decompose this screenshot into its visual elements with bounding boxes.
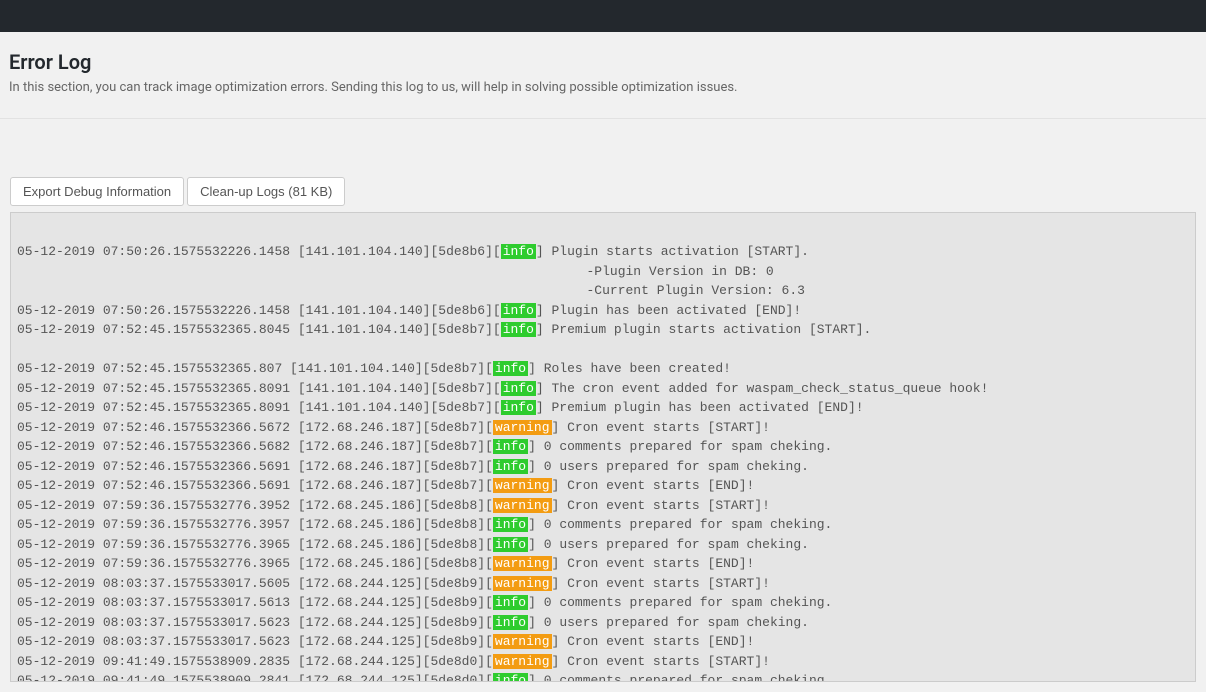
log-content: 05-12-2019 07:50:26.1575532226.1458 [141… bbox=[17, 223, 1189, 682]
button-row: Export Debug Information Clean-up Logs (… bbox=[10, 177, 1196, 206]
cleanup-logs-button[interactable]: Clean-up Logs (81 KB) bbox=[187, 177, 345, 206]
content-area: Export Debug Information Clean-up Logs (… bbox=[0, 119, 1206, 692]
page-title: Error Log bbox=[9, 50, 1197, 74]
admin-topbar bbox=[0, 0, 1206, 32]
log-viewer[interactable]: 05-12-2019 07:50:26.1575532226.1458 [141… bbox=[10, 212, 1196, 682]
page-header: Error Log In this section, you can track… bbox=[0, 32, 1206, 119]
page-description: In this section, you can track image opt… bbox=[9, 78, 1197, 98]
export-debug-button[interactable]: Export Debug Information bbox=[10, 177, 184, 206]
